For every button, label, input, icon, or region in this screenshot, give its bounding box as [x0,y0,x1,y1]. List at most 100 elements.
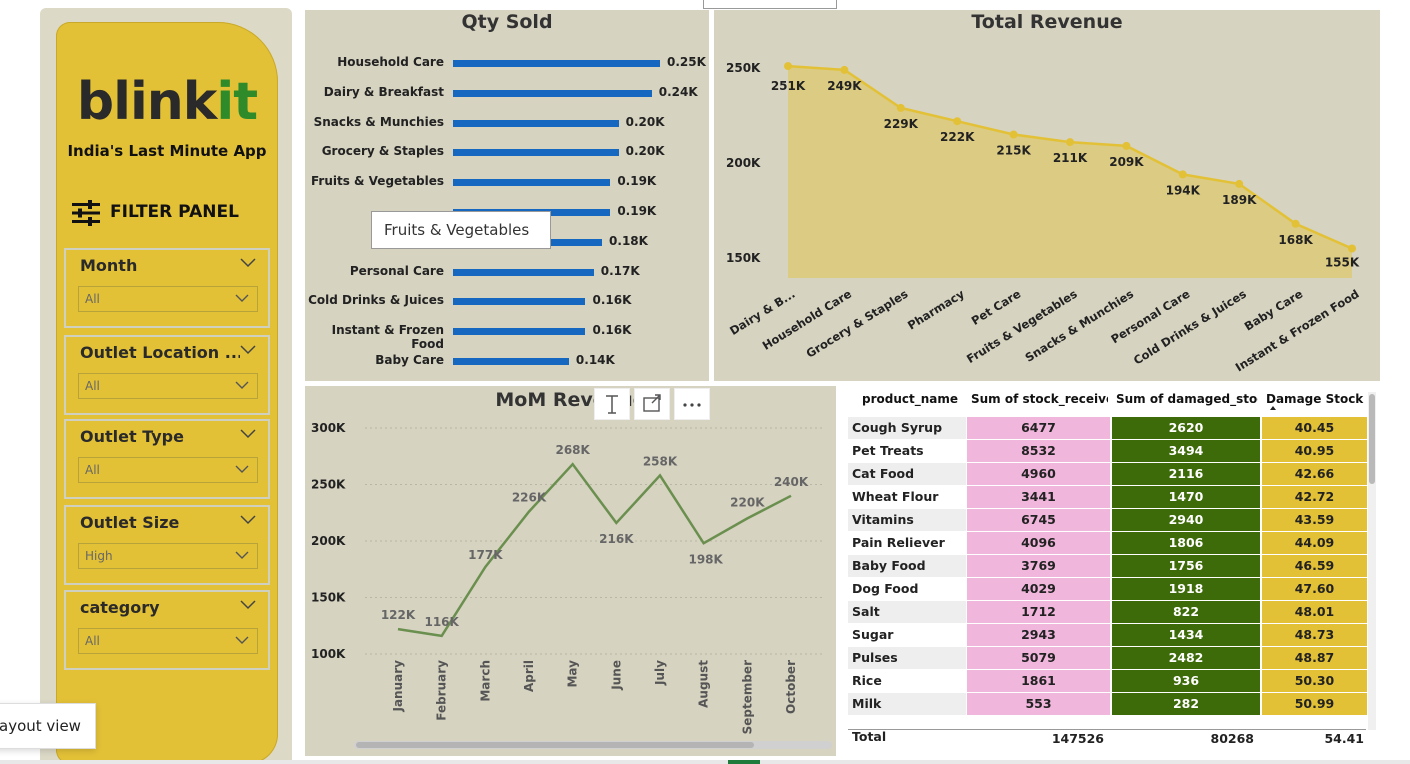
slicer-dropdown[interactable]: High [78,543,258,569]
bar-category-label: Instant & Frozen Food [331,323,444,352]
slicer-label: Outlet Size [80,513,180,532]
mom-value-label: 258K [643,454,678,468]
mom-value-label: 198K [688,552,723,566]
chevron-down-icon[interactable] [240,515,256,525]
bar-category-label: Snacks & Munchies [313,114,444,129]
slicer-label: category [80,598,160,617]
table-cell: 1470 [1112,486,1260,508]
revenue-point[interactable] [784,62,792,71]
layout-view-tooltip: ayout view [0,703,96,749]
chevron-down-icon [235,381,249,389]
slicer-0[interactable]: Month All [64,248,270,328]
slicer-dropdown[interactable]: All [78,286,258,312]
slicer-3[interactable]: Outlet Size High [64,505,270,585]
table-scrollbar-thumb[interactable] [1369,394,1375,484]
table-cell: 6477 [967,417,1110,439]
qty-bar[interactable] [453,298,586,306]
revenue-value-label: 229K [884,117,919,131]
qty-bar[interactable] [453,268,594,276]
slicer-dropdown[interactable]: All [78,373,258,399]
slicer-dropdown[interactable]: All [78,628,258,654]
revenue-point[interactable] [1178,170,1187,179]
qty-bar[interactable] [453,328,586,336]
chevron-down-icon[interactable] [240,600,256,610]
table-cell: 42.66 [1262,463,1367,485]
qty-bar[interactable] [453,119,619,127]
slicer-2[interactable]: Outlet Type All [64,419,270,499]
chevron-down-icon[interactable] [240,429,256,439]
y-tick-label: 150K [311,591,346,605]
bar-value-label: 0.16K [592,293,632,308]
qty-bar[interactable] [453,89,652,97]
slicer-dropdown[interactable]: All [78,457,258,483]
total-revenue-chart[interactable]: 150K200K250K251KDairy & B...249KHousehol… [714,10,1380,381]
mom-revenue-chart[interactable]: 100K 150K 200K 250K 300K 122K January 116K Febru… [305,386,836,756]
column-header[interactable]: Damage Stock % [1266,392,1365,406]
bar-value-label: 0.17K [600,263,640,278]
revenue-point[interactable] [1235,179,1244,188]
mom-line[interactable] [397,462,792,638]
mom-value-label: 268K [555,443,590,457]
table-vertical-scrollbar[interactable] [1368,392,1376,730]
bar-value-label: 0.19K [617,174,657,189]
revenue-point[interactable] [1009,130,1018,139]
horizontal-scrollbar-thumb[interactable] [356,742,754,748]
revenue-point[interactable] [1066,138,1074,147]
table-cell: Dog Food [848,578,966,600]
month-label: February [435,660,449,721]
table-cell: 822 [1112,601,1260,623]
table-cell: 44.09 [1262,532,1367,554]
column-header[interactable]: Sum of damaged_stock [1116,392,1258,406]
revenue-point[interactable] [840,65,849,74]
table-cell: 2482 [1112,647,1260,669]
month-label: March [478,660,492,702]
slicer-1[interactable]: Outlet Location ... All [64,335,270,415]
table-cell: 48.01 [1262,601,1367,623]
table-cell: 4029 [967,578,1110,600]
table-cell: 43.59 [1262,509,1367,531]
horizontal-scrollbar[interactable] [354,741,832,749]
revenue-value-label: 168K [1278,233,1313,247]
table-cell: 553 [967,693,1110,715]
chevron-down-icon[interactable] [240,345,256,355]
qty-bar[interactable] [453,149,619,157]
revenue-value-label: 215K [996,144,1031,158]
table-cell: 282 [1112,693,1260,715]
revenue-point[interactable] [953,117,962,126]
y-tick-label: 250K [726,61,761,75]
qty-bar[interactable] [453,60,660,67]
table-total-row [848,729,1366,752]
revenue-point[interactable] [1122,141,1131,150]
y-tick-label: 100K [311,647,346,661]
chevron-down-icon[interactable] [240,258,256,268]
sort-ascending-icon[interactable] [1270,406,1276,410]
month-label: October [784,660,798,714]
revenue-point[interactable] [1291,219,1300,228]
qty-bar[interactable] [453,358,569,365]
table-cell: 1712 [967,601,1110,623]
table-cell: 1756 [1112,555,1260,577]
slicer-4[interactable]: category All [64,590,270,670]
slicer-value: All [85,292,100,306]
revenue-value-label: 251K [771,79,806,93]
bottom-strip [0,760,1410,764]
table-cell: 46.59 [1262,555,1367,577]
column-header[interactable]: product_name [862,392,974,406]
table-cell: Baby Food [848,555,966,577]
focus-mode-button[interactable] [634,388,670,420]
more-options-button[interactable] [674,388,710,420]
table-cell: 1806 [1112,532,1260,554]
table-cell: 1861 [967,670,1110,692]
table-cell: 936 [1112,670,1260,692]
column-header[interactable]: Sum of stock_received [971,392,1108,406]
month-label: June [609,660,623,691]
revenue-category-label: Grocery & Staples [804,287,911,361]
slicer-label: Outlet Type [80,427,184,446]
bar-category-label: Grocery & Staples [321,144,444,159]
hover-tooltip: Fruits & Vegetables [371,211,551,249]
revenue-point[interactable] [1348,244,1356,253]
revenue-point[interactable] [896,103,905,112]
qty-bar[interactable] [453,179,611,187]
revenue-value-label: 194K [1166,183,1201,197]
filter-visual-button[interactable] [594,388,630,420]
